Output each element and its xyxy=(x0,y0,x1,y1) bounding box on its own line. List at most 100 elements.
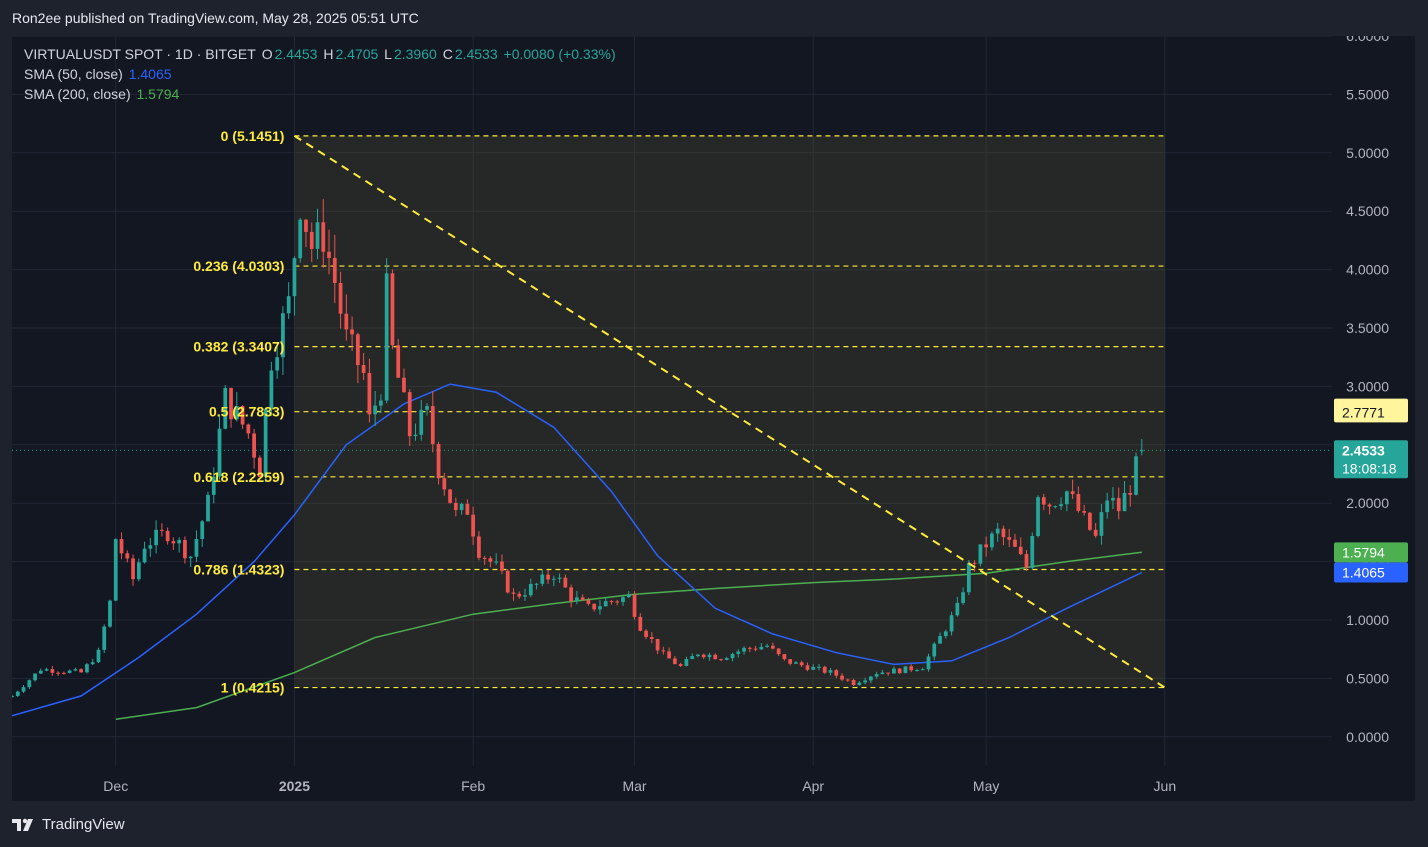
candle-body xyxy=(436,444,441,479)
high-label: H xyxy=(323,46,334,62)
candle-body xyxy=(136,562,141,580)
candle-body xyxy=(183,539,187,559)
candle-body xyxy=(338,282,343,314)
y-tick-label: 6.0000 xyxy=(1346,36,1389,44)
candle-body xyxy=(200,521,205,540)
candle-body xyxy=(73,669,78,671)
candle-body xyxy=(384,273,389,401)
candle-body xyxy=(165,530,170,542)
candle-body xyxy=(113,539,118,601)
candle-body xyxy=(673,658,677,665)
candle-body xyxy=(85,664,89,673)
fib-level-label: 0.382 (3.3407) xyxy=(193,339,284,355)
low-label: L xyxy=(384,46,392,62)
candle-body xyxy=(327,251,331,258)
fib-level-label: 0.236 (4.0303) xyxy=(193,258,284,274)
candle-body xyxy=(580,597,585,601)
candle-body xyxy=(719,659,723,661)
candle-body xyxy=(932,643,937,657)
candle-body xyxy=(482,557,487,559)
x-tick-label: Feb xyxy=(461,778,485,794)
candle-body xyxy=(194,539,199,557)
sma200-label: SMA (200, close) xyxy=(24,86,131,102)
candle-body xyxy=(1093,529,1098,536)
candle-body xyxy=(402,377,406,393)
candle-body xyxy=(724,658,729,660)
candle-body xyxy=(696,654,700,657)
y-tick-label: 3.5000 xyxy=(1346,320,1389,336)
price-badge-label: 2.4533 xyxy=(1342,442,1385,458)
candle-body xyxy=(788,659,793,664)
candle-body xyxy=(684,659,689,666)
candle-body xyxy=(1059,504,1063,507)
candle-body xyxy=(407,392,412,437)
sma50-label: SMA (50, close) xyxy=(24,66,123,82)
candle-body xyxy=(799,662,804,666)
symbol-label[interactable]: VIRTUALUSDT SPOT · 1D · BITGET xyxy=(24,46,256,62)
candle-body xyxy=(177,539,182,544)
candle-body xyxy=(909,666,914,671)
candle-body xyxy=(920,669,925,671)
candle-body xyxy=(511,592,516,594)
fib-level-label: 0 (5.1451) xyxy=(221,128,285,144)
candle-body xyxy=(713,654,718,660)
candle-body xyxy=(586,600,591,604)
candle-body xyxy=(598,606,602,610)
x-tick-label: Mar xyxy=(622,778,646,794)
candle-body xyxy=(67,670,72,673)
x-tick-label: 2025 xyxy=(279,778,310,794)
candle-body xyxy=(171,541,176,544)
y-tick-label: 4.5000 xyxy=(1346,203,1389,219)
x-tick-label: May xyxy=(973,778,999,794)
candle-body xyxy=(575,597,579,602)
candle-body xyxy=(108,600,112,627)
candle-body xyxy=(868,676,873,681)
candle-body xyxy=(1007,537,1012,540)
fib-level-label: 0.618 (2.2259) xyxy=(193,469,284,485)
candle-body xyxy=(569,587,573,602)
candle-body xyxy=(390,273,395,346)
y-tick-label: 5.5000 xyxy=(1346,86,1389,102)
candle-body xyxy=(315,222,320,249)
high-value: 2.4705 xyxy=(335,46,379,62)
candle-body xyxy=(949,615,954,632)
candle-body xyxy=(419,409,424,435)
candle-body xyxy=(246,424,251,434)
candle-body xyxy=(33,673,37,681)
price-chart[interactable]: 0 (5.1451) 0.236 (4.0303) 0.382 (3.3407) 0.… xyxy=(12,36,1415,801)
candle-body xyxy=(961,592,965,603)
candle-body xyxy=(1116,497,1121,512)
candle-body xyxy=(794,662,798,664)
close-value: 2.4533 xyxy=(454,46,498,62)
candle-body xyxy=(857,682,862,686)
candle-body xyxy=(759,646,764,650)
candle-body xyxy=(373,405,378,415)
candle-body xyxy=(874,674,879,677)
candle-body xyxy=(621,597,625,602)
y-tick-label: 4.0000 xyxy=(1346,262,1389,278)
candle-body xyxy=(1088,512,1092,530)
footer-brand: TradingView xyxy=(42,816,125,833)
sma50-row[interactable]: SMA (50, close) 1.4065 xyxy=(24,64,618,84)
candle-body xyxy=(344,313,349,330)
sma200-row[interactable]: SMA (200, close) 1.5794 xyxy=(24,84,618,104)
candle-body xyxy=(828,670,833,673)
candle-body xyxy=(1076,494,1081,511)
candle-body xyxy=(863,680,867,683)
candle-body xyxy=(897,668,902,674)
candle-body xyxy=(817,666,821,668)
chart-panel[interactable]: 0 (5.1451) 0.236 (4.0303) 0.382 (3.3407) 0.… xyxy=(12,36,1415,801)
candle-body xyxy=(690,656,695,660)
candle-body xyxy=(995,528,1000,534)
candle-body xyxy=(413,434,418,437)
chart-legend: VIRTUALUSDT SPOT · 1D · BITGET O 2.4453 H… xyxy=(24,44,618,104)
candle-body xyxy=(892,668,896,674)
candle-body xyxy=(125,553,130,559)
candle-body xyxy=(615,601,620,603)
candle-body xyxy=(1105,500,1110,513)
candle-body xyxy=(938,636,942,644)
candle-body xyxy=(655,638,660,651)
candle-body xyxy=(275,357,280,371)
candle-body xyxy=(131,558,135,580)
candle-body xyxy=(62,672,66,674)
